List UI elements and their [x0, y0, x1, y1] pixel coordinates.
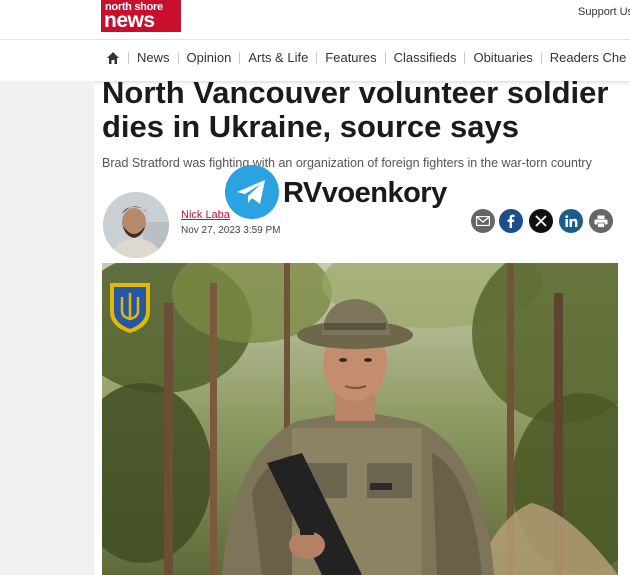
home-icon[interactable]	[106, 51, 120, 65]
author-link[interactable]: Nick Laba	[181, 209, 230, 221]
logo-line2: news	[104, 9, 155, 32]
site-header: north shore news Support Us	[0, 0, 630, 38]
page-side-gutter	[0, 81, 94, 575]
linkedin-icon[interactable]	[559, 209, 583, 233]
x-icon[interactable]	[529, 209, 553, 233]
nav-item-readers-choice[interactable]: Readers Che	[542, 50, 630, 65]
watermark-text: RVvoenkory	[283, 177, 447, 209]
article-photo[interactable]	[102, 263, 618, 575]
support-us-link[interactable]: Support Us	[578, 6, 630, 18]
nav-item-news[interactable]: News	[129, 50, 178, 65]
publish-date: Nov 27, 2023 3:59 PM	[181, 225, 281, 236]
nav-item-arts-life[interactable]: Arts & Life	[240, 50, 316, 65]
author-avatar[interactable]	[103, 192, 169, 258]
envelope-icon[interactable]	[471, 209, 495, 233]
channel-watermark: RVvoenkory	[225, 165, 485, 221]
print-icon[interactable]	[589, 209, 613, 233]
nav-item-features[interactable]: Features	[317, 50, 384, 65]
nav-item-obituaries[interactable]: Obituaries	[465, 50, 540, 65]
nav-item-classifieds[interactable]: Classifieds	[386, 50, 465, 65]
nav-item-opinion[interactable]: Opinion	[179, 50, 240, 65]
facebook-icon[interactable]	[499, 209, 523, 233]
site-logo[interactable]: north shore news	[101, 0, 181, 32]
telegram-icon	[225, 165, 279, 219]
article-headline: North Vancouver volunteer soldier dies i…	[102, 75, 609, 144]
